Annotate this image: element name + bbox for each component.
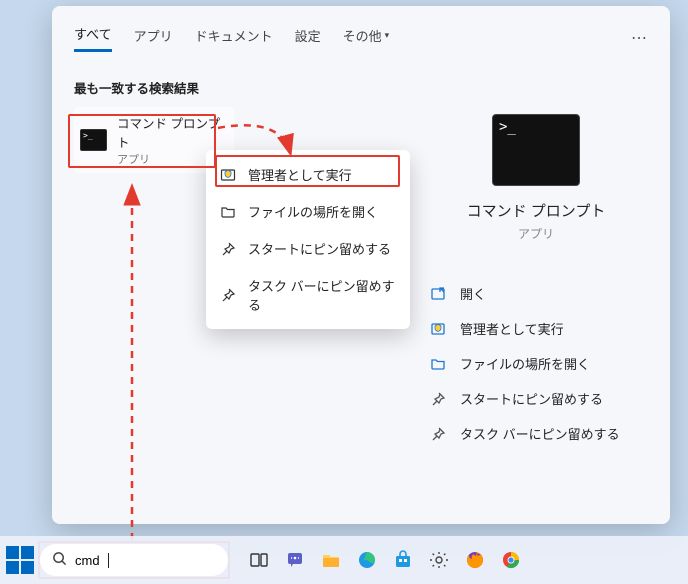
open-icon	[430, 286, 446, 302]
action-open-location-label: ファイルの場所を開く	[460, 354, 590, 373]
action-open-label: 開く	[460, 284, 486, 303]
tab-documents[interactable]: ドキュメント	[195, 26, 273, 51]
shield-admin-icon	[220, 167, 236, 183]
cm-open-location[interactable]: ファイルの場所を開く	[206, 193, 410, 230]
tab-all[interactable]: すべて	[74, 24, 112, 52]
cm-pin-taskbar[interactable]: タスク バーにピン留めする	[206, 267, 410, 323]
cm-open-location-label: ファイルの場所を開く	[248, 202, 378, 221]
chrome-icon[interactable]	[498, 547, 524, 573]
store-icon[interactable]	[390, 547, 416, 573]
action-open[interactable]: 開く	[424, 276, 648, 311]
edge-icon[interactable]	[354, 547, 380, 573]
pin-icon	[430, 426, 446, 442]
chevron-down-icon: ▾	[385, 30, 390, 41]
text-caret	[108, 553, 109, 568]
search-tabs: すべて アプリ ドキュメント 設定 その他▾ ⋯	[74, 24, 648, 52]
tab-more[interactable]: その他▾	[343, 26, 390, 51]
taskbar: cmd	[0, 536, 688, 584]
action-pin-taskbar-label: タスク バーにピン留めする	[460, 424, 620, 443]
pin-icon	[220, 241, 236, 257]
cm-run-admin-label: 管理者として実行	[248, 165, 352, 184]
settings-icon[interactable]	[426, 547, 452, 573]
action-open-location[interactable]: ファイルの場所を開く	[424, 346, 648, 381]
chat-icon[interactable]	[282, 547, 308, 573]
best-match-label: 最も一致する検索結果	[74, 78, 648, 97]
firefox-icon[interactable]	[462, 547, 488, 573]
preview-subtitle: アプリ	[424, 225, 648, 242]
taskbar-icons	[246, 547, 524, 573]
shield-admin-icon	[430, 321, 446, 337]
search-input-value: cmd	[75, 553, 100, 568]
action-run-admin-label: 管理者として実行	[460, 319, 564, 338]
folder-icon	[220, 204, 236, 220]
pin-icon	[430, 391, 446, 407]
action-list: 開く 管理者として実行 ファイルの場所を開く スタートにピン留めする	[424, 276, 648, 451]
action-pin-taskbar[interactable]: タスク バーにピン留めする	[424, 416, 648, 451]
context-menu: 管理者として実行 ファイルの場所を開く スタートにピン留めする タスク バーにピ…	[206, 150, 410, 329]
pin-icon	[220, 287, 236, 303]
action-pin-start[interactable]: スタートにピン留めする	[424, 381, 648, 416]
preview-pane: コマンド プロンプト アプリ 開く 管理者として実行 ファイルの場所を開く	[424, 96, 648, 451]
action-pin-start-label: スタートにピン留めする	[460, 389, 603, 408]
tab-settings[interactable]: 設定	[295, 26, 321, 51]
preview-title: コマンド プロンプト	[424, 200, 648, 221]
taskbar-search[interactable]: cmd	[40, 544, 228, 576]
task-view-icon[interactable]	[246, 547, 272, 573]
cm-pin-start-label: スタートにピン留めする	[248, 239, 391, 258]
command-prompt-large-icon	[492, 114, 580, 186]
more-options-icon[interactable]: ⋯	[631, 28, 648, 48]
start-button[interactable]	[6, 546, 34, 574]
result-title: コマンド プロンプト	[117, 113, 228, 151]
tab-apps[interactable]: アプリ	[134, 26, 173, 51]
cm-pin-start[interactable]: スタートにピン留めする	[206, 230, 410, 267]
file-explorer-icon[interactable]	[318, 547, 344, 573]
cm-pin-taskbar-label: タスク バーにピン留めする	[248, 276, 396, 314]
search-icon	[52, 551, 67, 569]
action-run-admin[interactable]: 管理者として実行	[424, 311, 648, 346]
cm-run-admin[interactable]: 管理者として実行	[206, 156, 410, 193]
command-prompt-icon	[80, 129, 107, 151]
folder-icon	[430, 356, 446, 372]
